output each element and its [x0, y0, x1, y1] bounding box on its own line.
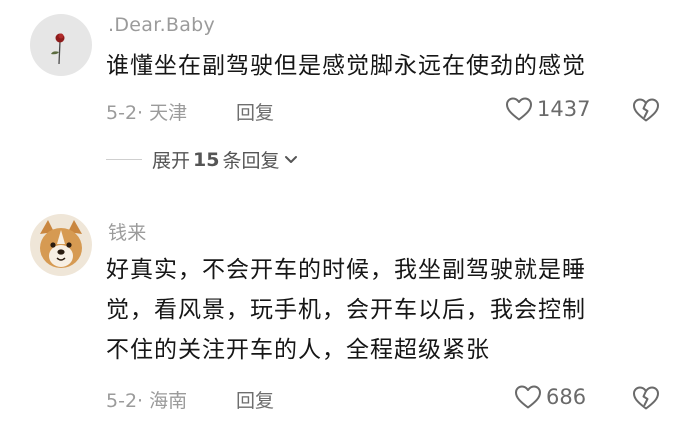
comment-date-location: 5-2· 海南	[106, 390, 188, 412]
expand-suffix: 条回复	[222, 150, 280, 172]
expand-replies-button[interactable]: 展开 15 条回复	[106, 146, 298, 173]
dislike-button[interactable]	[632, 97, 660, 127]
reply-button[interactable]: 回复	[236, 386, 274, 413]
comment-date-location: 5-2· 天津	[106, 102, 188, 124]
heart-outline-icon	[506, 97, 532, 121]
expand-prefix: 展开	[152, 150, 191, 172]
expand-divider	[106, 159, 142, 160]
avatar[interactable]	[30, 214, 92, 276]
comment-text-line: 谁懂坐在副驾驶但是感觉脚永远在使劲的感觉	[106, 53, 586, 79]
comment-text: 好真实，不会开车的时候，我坐副驾驶就是睡 觉，看风景，玩手机，会开车以后，我会控…	[106, 250, 666, 370]
broken-heart-icon	[633, 98, 659, 122]
like-count: 1437	[537, 97, 591, 121]
username[interactable]: .Dear.Baby	[108, 14, 215, 36]
avatar[interactable]	[30, 14, 92, 76]
reply-button[interactable]: 回复	[236, 98, 274, 125]
broken-heart-icon	[633, 386, 659, 410]
comment-text-line: 觉，看风景，玩手机，会开车以后，我会控制	[106, 297, 586, 323]
dog-avatar-image	[30, 214, 92, 276]
dislike-button[interactable]	[632, 385, 660, 415]
reply-count: 15	[193, 148, 220, 171]
comment-text: 谁懂坐在副驾驶但是感觉脚永远在使劲的感觉	[106, 46, 666, 86]
comment-text-line: 不住的关注开车的人，全程超级紧张	[106, 337, 490, 363]
username[interactable]: 钱来	[108, 218, 147, 245]
like-button[interactable]: 1437	[505, 96, 590, 122]
like-button[interactable]: 686	[514, 384, 586, 410]
chevron-down-icon	[285, 155, 298, 163]
comment-text-line: 好真实，不会开车的时候，我坐副驾驶就是睡	[106, 257, 586, 283]
rose-avatar-image	[30, 14, 92, 76]
like-count: 686	[546, 385, 587, 409]
heart-outline-icon	[515, 385, 541, 409]
